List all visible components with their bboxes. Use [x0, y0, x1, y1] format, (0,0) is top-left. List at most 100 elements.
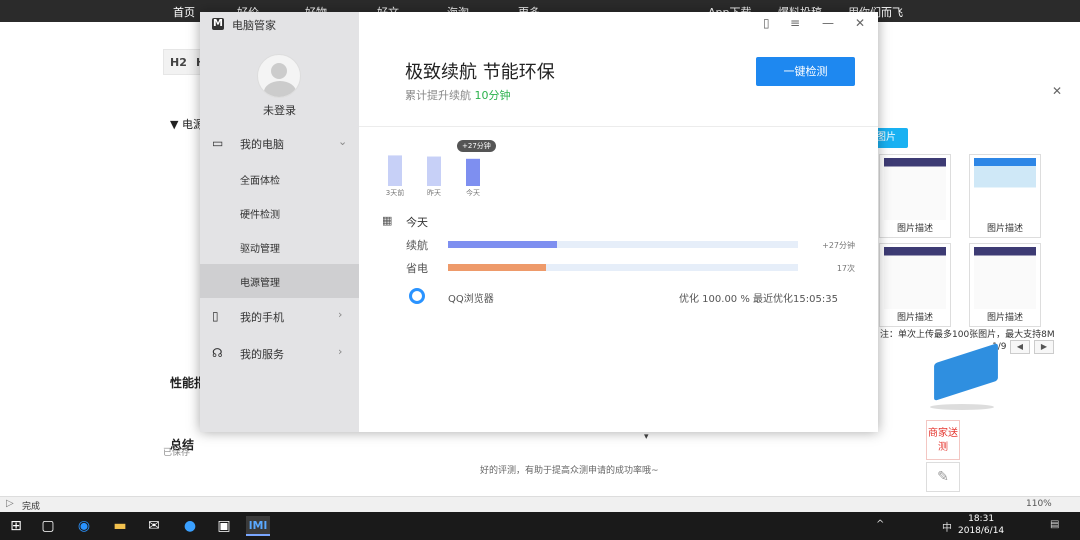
decorative-book-image	[934, 342, 998, 402]
sidebar: M 电脑管家 未登录 ▭ 我的电脑 ⌄ 全面体检 硬件检测 驱动管理 电源管理 …	[200, 12, 359, 432]
minimize-icon[interactable]: —	[822, 16, 834, 30]
phone-connect-icon[interactable]: ▯	[763, 16, 770, 30]
upload-note: 注：单次上传最多100张图片，最大支持8M	[880, 330, 1055, 340]
sidebar-item-label: 我的电脑	[240, 138, 284, 151]
battery-progress-track	[448, 241, 798, 248]
sidebar-item-label: 驱动管理	[240, 244, 280, 255]
browser-status-bar: ▷ 完成 110%	[0, 496, 1080, 512]
savings-summary: 累计提升续航 10分钟	[405, 87, 511, 103]
scroll-down-icon[interactable]: ▾	[644, 432, 649, 442]
thumbnail-image	[884, 158, 946, 220]
qq-browser-icon[interactable]: ◉	[72, 516, 96, 536]
calendar-icon: ▦	[382, 214, 393, 227]
thumbnail-caption[interactable]: 图片描述	[970, 221, 1040, 234]
chart-bar	[388, 155, 402, 186]
sidebar-item-full-check[interactable]: 全面体检	[200, 162, 359, 196]
task-view-icon[interactable]: ▢	[36, 516, 60, 536]
main-panel: ▯ ≡ — ✕ 极致续航 节能环保 累计提升续航 10分钟 一键检测 3天前 昨天…	[359, 12, 878, 432]
chevron-down-icon: ⌄	[338, 135, 348, 148]
merchant-sample-badge[interactable]: 商家送测	[926, 420, 960, 460]
prev-page-button[interactable]: ◀	[1010, 340, 1030, 354]
notification-icon[interactable]: ▤	[1050, 519, 1059, 530]
row-value-saving: 17次	[836, 264, 855, 273]
app-title: 电脑管家	[232, 19, 276, 32]
pc-manager-taskbar-icon[interactable]: lМl	[246, 516, 270, 536]
ime-indicator[interactable]: 中	[942, 519, 952, 534]
toolbar-h2[interactable]: H2	[170, 56, 187, 69]
editor-hint: 好的评测，有助于提高众测申请的成功率哦~	[480, 466, 659, 476]
windows-start-icon[interactable]: ⊞	[4, 516, 28, 536]
saved-status: 已保存	[163, 448, 191, 458]
thumbnail-image	[884, 247, 946, 309]
play-icon: ▷	[6, 498, 14, 509]
sidebar-item-label: 我的手机	[240, 311, 284, 324]
sogou-icon[interactable]: ●	[178, 516, 202, 536]
headset-icon: ☊	[212, 346, 223, 360]
nav-home[interactable]: 首页	[173, 4, 195, 20]
thumbnail-caption[interactable]: 图片描述	[880, 310, 950, 323]
chart-tooltip: +27分钟	[457, 140, 496, 152]
outline-item-power[interactable]: ▼ 电源	[170, 116, 204, 132]
thumbnail-caption[interactable]: 图片描述	[880, 221, 950, 234]
close-icon[interactable]: ✕	[855, 16, 865, 30]
savings-label: 累计提升续航	[405, 89, 471, 102]
chevron-right-icon: ›	[338, 308, 343, 321]
sidebar-item-drivers[interactable]: 驱动管理	[200, 230, 359, 264]
next-page-button[interactable]: ▶	[1034, 340, 1054, 354]
qq-browser-icon	[409, 288, 425, 304]
sidebar-item-label: 硬件检测	[240, 210, 280, 221]
saving-progress-track	[448, 264, 798, 271]
sidebar-item-my-phone[interactable]: ▯ 我的手机 ›	[200, 299, 359, 333]
row-value-battery: +27分钟	[822, 241, 855, 250]
one-click-check-button[interactable]: 一键检测	[756, 57, 855, 86]
edit-pencil-icon[interactable]: ✎	[926, 462, 960, 492]
chart-category-label: 昨天	[427, 188, 441, 197]
last-optimized-label: 最近优化	[753, 294, 794, 305]
savings-value: 10分钟	[474, 89, 511, 102]
thumbnail-image	[974, 247, 1036, 309]
divider	[359, 126, 878, 127]
mail-icon[interactable]: ✉	[142, 516, 166, 536]
phone-icon: ▯	[212, 309, 219, 323]
sidebar-item-my-pc[interactable]: ▭ 我的电脑 ⌄	[200, 126, 359, 160]
zoom-level[interactable]: 110%	[1026, 499, 1052, 509]
row-label-saving: 省电	[406, 262, 428, 275]
thumbnail-caption[interactable]: 图片描述	[970, 310, 1040, 323]
photos-icon[interactable]: ▣	[212, 516, 236, 536]
row-label-battery: 续航	[406, 239, 428, 252]
close-icon[interactable]: ✕	[1052, 84, 1062, 98]
file-explorer-icon[interactable]: ▬	[108, 516, 132, 536]
sidebar-item-power[interactable]: 电源管理	[200, 264, 359, 298]
sidebar-item-my-service[interactable]: ☊ 我的服务 ›	[200, 336, 359, 370]
chart-category-label: 3天前	[386, 188, 404, 197]
thumbnail[interactable]: 图片描述	[969, 154, 1041, 238]
page-title: 极致续航 节能环保	[405, 62, 555, 83]
thumbnail-image	[974, 158, 1036, 220]
optimization-percent: 优化 100.00 %	[679, 294, 750, 305]
login-status[interactable]: 未登录	[200, 102, 359, 118]
avatar[interactable]	[257, 54, 301, 98]
taskbar: ⊞ ▢ ◉ ▬ ✉ ● ▣ lМl ^ 中 18:31 2018/6/14 ▤	[0, 512, 1080, 540]
sidebar-item-hardware[interactable]: 硬件检测	[200, 196, 359, 230]
thumbnail[interactable]: 图片描述	[879, 154, 951, 238]
process-name: QQ浏览器	[448, 294, 494, 305]
sidebar-item-label: 电源管理	[240, 278, 280, 289]
clock-date: 2018/6/14	[958, 526, 1005, 536]
today-heading: 今天	[406, 216, 428, 229]
avatar-head	[271, 63, 287, 79]
laptop-icon: ▭	[212, 136, 224, 150]
app-logo-icon: M	[212, 18, 224, 30]
saving-progress-fill	[448, 264, 546, 271]
thumbnail[interactable]: 图片描述	[969, 243, 1041, 327]
thumbnail[interactable]: 图片描述	[879, 243, 951, 327]
avatar-body	[264, 81, 296, 97]
tray-up-arrow-icon[interactable]: ^	[876, 519, 884, 530]
menu-icon[interactable]: ≡	[790, 16, 800, 30]
chart-bar	[466, 158, 480, 186]
process-optimization: 优化 100.00 % 最近优化15:05:35	[679, 290, 838, 305]
battery-progress-fill	[448, 241, 557, 248]
system-clock[interactable]: 18:31 2018/6/14	[958, 513, 1004, 537]
last-optimized-time: 15:05:35	[793, 294, 838, 305]
pc-manager-window: M 电脑管家 未登录 ▭ 我的电脑 ⌄ 全面体检 硬件检测 驱动管理 电源管理 …	[200, 12, 878, 432]
chart-category-label: 今天	[466, 188, 480, 197]
